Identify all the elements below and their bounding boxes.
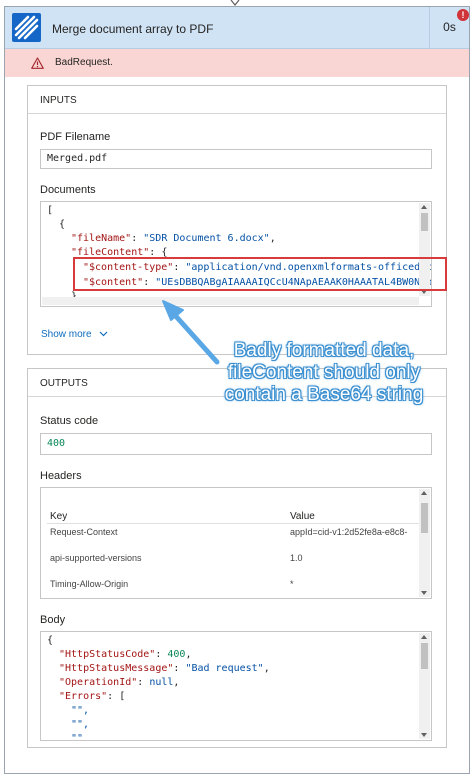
code-token: : [173, 663, 186, 674]
inputs-section-title: INPUTS [40, 95, 77, 106]
code-token: , [173, 677, 180, 688]
code-token: , [269, 233, 276, 244]
body-vertical-scrollbar[interactable] [419, 633, 430, 739]
body-code-box[interactable]: { "HttpStatusCode": 400, "HttpStatusMess… [40, 631, 432, 741]
scroll-thumb[interactable] [421, 643, 428, 669]
headers-value-column: Value [290, 511, 315, 522]
code-token: null [149, 677, 174, 688]
headers-table-body: Key Value Request-Context appId=cid-v1:2… [41, 488, 421, 598]
pdf-filename-value: Merged.pdf [47, 153, 108, 164]
header-row-value: 1.0 [290, 553, 303, 563]
code-token: , [185, 649, 192, 660]
code-line: { [59, 219, 65, 230]
documents-code-box[interactable]: [ { "fileName": "SDR Document 6.docx", "… [40, 201, 432, 307]
code-line: "", [71, 719, 89, 730]
code-line: "HttpStatusCode": 400, [59, 649, 191, 660]
code-token: { [47, 635, 54, 646]
pdf-filename-field[interactable]: Merged.pdf [40, 149, 432, 169]
outputs-section: OUTPUTS Status code 400 Headers Key Valu… [27, 368, 447, 748]
headers-vertical-scrollbar[interactable] [419, 489, 430, 597]
chevron-down-icon [99, 331, 108, 337]
code-token: "HttpStatusCode" [59, 649, 156, 660]
scroll-up-icon[interactable] [421, 635, 427, 639]
code-token: : [155, 649, 168, 660]
body-label: Body [40, 614, 66, 626]
code-token: "" [71, 733, 84, 741]
code-token: "", [71, 719, 90, 730]
header-row-key: api-supported-versions [50, 553, 142, 563]
code-line: "", [71, 705, 89, 716]
headers-key-column: Key [50, 511, 68, 522]
scroll-thumb[interactable] [421, 503, 428, 533]
code-token: : [ [107, 691, 126, 702]
documents-horizontal-scrollbar[interactable] [42, 297, 419, 305]
code-line: "fileName": "SDR Document 6.docx", [71, 233, 276, 244]
headers-table[interactable]: Key Value Request-Context appId=cid-v1:2… [40, 487, 432, 599]
code-token: [ [47, 205, 54, 216]
code-token: , [263, 663, 270, 674]
code-line: "" [71, 733, 84, 741]
code-token: : [131, 233, 144, 244]
show-more-link[interactable]: Show more [41, 329, 108, 340]
annotation-line: fileContent should only [227, 362, 421, 383]
connector-logo-icon [12, 13, 41, 42]
headers-label: Headers [40, 470, 82, 482]
scroll-thumb[interactable] [421, 213, 428, 231]
outputs-section-title: OUTPUTS [40, 378, 88, 389]
highlight-box [73, 257, 447, 291]
error-message: BadRequest. [55, 57, 113, 68]
error-bar: BadRequest. [5, 49, 469, 77]
documents-label: Documents [40, 184, 96, 196]
code-token: "OperationId" [59, 677, 138, 688]
inputs-section-header: INPUTS [28, 86, 446, 114]
code-token: : [137, 677, 150, 688]
code-line: { [47, 635, 53, 646]
annotation-callout: Badly formatted data, fileContent should… [199, 340, 449, 406]
card-header[interactable]: Merge document array to PDF 0s [5, 7, 469, 49]
code-token: "SDR Document 6.docx" [143, 233, 270, 244]
code-token: "fileName" [71, 233, 132, 244]
header-divider [47, 523, 419, 524]
code-line: "Errors": [ [59, 691, 125, 702]
code-token: "Errors" [59, 691, 108, 702]
code-line: "HttpStatusMessage": "Bad request", [59, 663, 270, 674]
status-code-label: Status code [40, 415, 99, 427]
error-badge: ! [457, 9, 469, 21]
show-more-label: Show more [41, 329, 92, 340]
code-line: "OperationId": null, [59, 677, 179, 688]
code-line: [ [47, 205, 53, 216]
card-title: Merge document array to PDF [52, 22, 214, 36]
code-token: "", [71, 705, 90, 716]
annotation-line: Badly formatted data, [233, 340, 415, 361]
header-row-key: Timing-Allow-Origin [50, 579, 129, 589]
header-row-key: Request-Context [50, 527, 118, 537]
inputs-section: INPUTS PDF Filename Merged.pdf Documents… [27, 85, 447, 355]
pdf-filename-label: PDF Filename [40, 131, 111, 143]
code-token: "HttpStatusMessage" [59, 663, 174, 674]
annotation-line: contain a Base64 string [224, 384, 424, 405]
scroll-down-icon[interactable] [421, 733, 427, 737]
warning-icon [31, 57, 44, 69]
action-card: Merge document array to PDF 0s ! BadRequ… [4, 6, 470, 774]
header-row-value: * [290, 579, 294, 589]
code-token: 400 [167, 649, 186, 660]
code-token: "Bad request" [185, 663, 264, 674]
scroll-up-icon[interactable] [421, 205, 427, 209]
code-token: { [59, 219, 66, 230]
status-code-value: 400 [47, 438, 66, 449]
header-row-value: appId=cid-v1:2d52fe8a-e8c8- [290, 527, 408, 537]
scroll-down-icon[interactable] [421, 591, 427, 595]
status-code-field[interactable]: 400 [40, 433, 432, 455]
scroll-up-icon[interactable] [421, 491, 427, 495]
